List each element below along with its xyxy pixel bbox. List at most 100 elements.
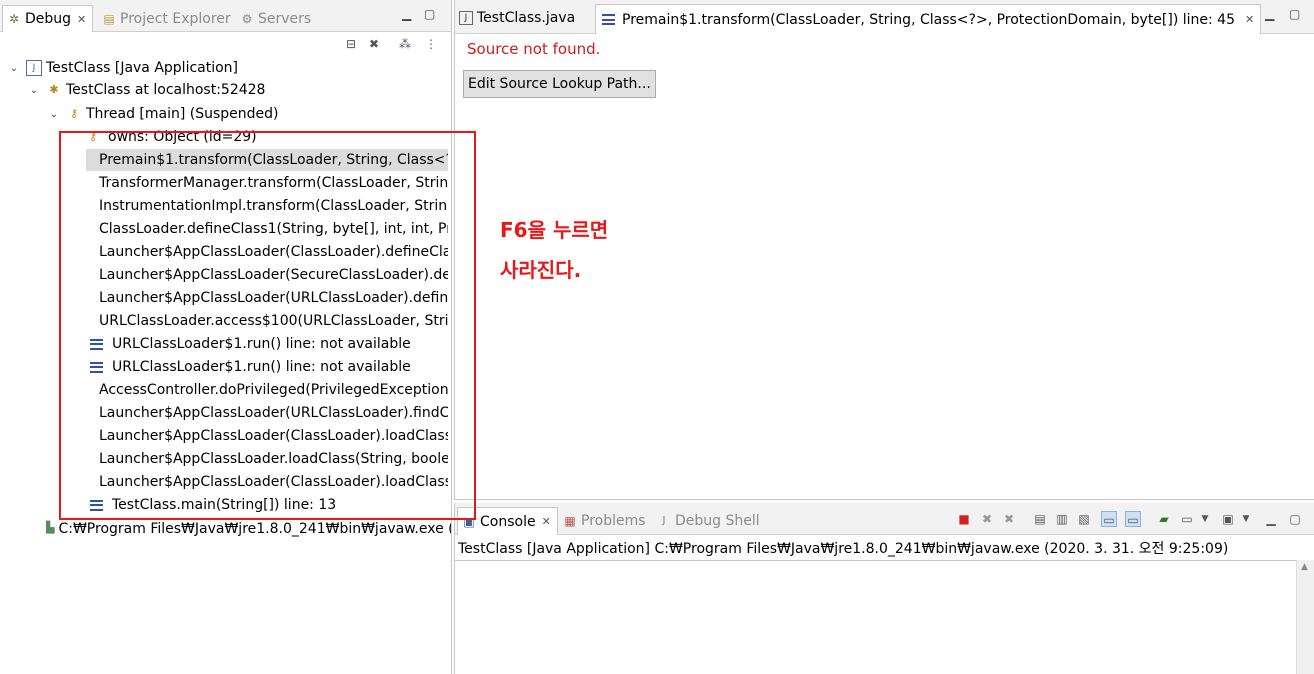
maximize-icon[interactable]: ▢: [424, 7, 435, 21]
suspended-thread-icon: ⚷: [69, 107, 79, 120]
stack-frame-row[interactable]: URLClassLoader.access$100(URLClassLoader…: [86, 310, 448, 332]
chevron-down-icon[interactable]: ⌄: [28, 85, 40, 96]
close-icon[interactable]: ✕: [77, 13, 86, 26]
chevron-down-icon[interactable]: ▼: [1197, 511, 1213, 527]
console-scrollbar[interactable]: ▲: [1296, 560, 1314, 674]
stack-frame-label: Launcher$AppClassLoader(SecureClassLoade…: [99, 267, 448, 283]
minimize-icon[interactable]: ▁: [402, 7, 411, 21]
view-menu-icon[interactable]: ⋮: [423, 36, 439, 52]
tab-testclass-java[interactable]: J TestClass.java: [459, 4, 575, 31]
debug-view-tabbar: ✲ Debug ✕ ▤ Project Explorer ⚙ Servers ▁…: [0, 0, 451, 32]
close-icon[interactable]: ✕: [542, 515, 551, 528]
thread-label: Thread [main] (Suspended): [86, 106, 279, 122]
minimize-icon[interactable]: ▁: [1263, 511, 1279, 527]
stack-frame-row[interactable]: TestClass.main(String[]) line: 13: [86, 494, 448, 516]
display-console-icon[interactable]: ▭: [1179, 511, 1195, 527]
problems-icon: ▦: [564, 513, 576, 528]
stack-frame-row[interactable]: TransformerManager.transform(ClassLoader…: [86, 172, 448, 194]
console-process-title: TestClass [Java Application] C:₩Program …: [458, 541, 1229, 557]
show-on-stderr-icon[interactable]: ▭: [1125, 511, 1141, 527]
remove-all-terminated-icon[interactable]: ✖: [1001, 511, 1017, 527]
stack-frame-row[interactable]: Launcher$AppClassLoader(SecureClassLoade…: [86, 264, 448, 286]
stack-frame-row[interactable]: Launcher$AppClassLoader.loadClass(String…: [86, 448, 448, 470]
pin-console-icon[interactable]: ▰: [1156, 511, 1172, 527]
monitor-icon: ⚷: [88, 130, 98, 143]
tab-problems[interactable]: ▦ Problems: [563, 507, 645, 534]
open-console-icon[interactable]: ▣: [1220, 511, 1236, 527]
stack-frame-icon: [602, 14, 615, 25]
stack-frame-row[interactable]: Launcher$AppClassLoader(URLClassLoader).…: [86, 402, 448, 424]
stack-frame-label: AccessController.doPrivileged(Privileged…: [99, 382, 448, 398]
stack-frame-label: Launcher$AppClassLoader(URLClassLoader).…: [99, 405, 448, 421]
scroll-lock-icon[interactable]: ▥: [1054, 511, 1070, 527]
stack-frame-row[interactable]: Launcher$AppClassLoader(ClassLoader).def…: [86, 241, 448, 263]
debug-target-icon: ✱: [49, 83, 59, 96]
scroll-up-icon[interactable]: ▲: [1301, 562, 1308, 572]
stack-frame-label: Launcher$AppClassLoader(ClassLoader).def…: [99, 244, 448, 260]
tab-project-explorer[interactable]: ▤ Project Explorer: [102, 5, 231, 32]
tab-servers[interactable]: ⚙ Servers: [240, 5, 312, 32]
console-view: ▣ Console ✕ ▦ Problems J Debug Shell ■ ✖…: [454, 503, 1314, 674]
vm-label: TestClass at localhost:52428: [66, 82, 266, 98]
stack-frame-row[interactable]: Launcher$AppClassLoader(ClassLoader).loa…: [86, 425, 448, 447]
tab-servers-label: Servers: [258, 10, 312, 27]
stack-frame-row[interactable]: InstrumentationImpl.transform(ClassLoade…: [86, 195, 448, 217]
tree-item-launch[interactable]: ⌄ J TestClass [Java Application]: [8, 57, 238, 79]
chevron-down-icon[interactable]: ⌄: [8, 63, 20, 74]
stack-frame-row[interactable]: URLClassLoader$1.run() line: not availab…: [86, 333, 448, 355]
tab-debug-shell-label: Debug Shell: [675, 512, 760, 529]
debug-view: ✲ Debug ✕ ▤ Project Explorer ⚙ Servers ▁…: [0, 0, 452, 674]
console-icon: ▣: [463, 514, 475, 529]
java-file-icon: J: [459, 10, 473, 25]
process-icon: ▙: [46, 521, 55, 534]
maximize-icon[interactable]: ▢: [1287, 511, 1303, 527]
debug-toolbar: ⊟ ✖ ⁂ ⋮: [0, 32, 451, 57]
tree-item-thread[interactable]: ⌄ ⚷ Thread [main] (Suspended): [48, 103, 279, 125]
threads-icon[interactable]: ⁂: [397, 36, 413, 52]
launch-label: TestClass [Java Application]: [46, 60, 239, 76]
collapse-all-icon[interactable]: ⊟: [343, 36, 359, 52]
stack-frame-label: ClassLoader.defineClass1(String, byte[],…: [99, 221, 448, 237]
chevron-down-icon[interactable]: ▼: [1238, 511, 1254, 527]
tab-debug[interactable]: ✲ Debug ✕: [2, 5, 94, 32]
annotation-text: F6을 누르면 사라진다.: [500, 210, 608, 290]
tree-item-vm[interactable]: ⌄ ✱ TestClass at localhost:52428: [28, 79, 266, 101]
maximize-icon[interactable]: ▢: [1289, 7, 1300, 21]
remove-launch-icon[interactable]: ✖: [979, 511, 995, 527]
console-tabbar: ▣ Console ✕ ▦ Problems J Debug Shell ■ ✖…: [455, 503, 1314, 535]
tab-premain-transform[interactable]: Premain$1.transform(ClassLoader, String,…: [595, 4, 1262, 34]
stack-frame-row[interactable]: Launcher$AppClassLoader(URLClassLoader).…: [86, 287, 448, 309]
stack-frame-row[interactable]: Premain$1.transform(ClassLoader, String,…: [86, 149, 448, 171]
chevron-down-icon[interactable]: ⌄: [48, 109, 60, 120]
annotation-line-1: F6을 누르면: [500, 218, 609, 242]
source-not-found-message: Source not found.: [467, 40, 601, 58]
edit-source-lookup-button[interactable]: Edit Source Lookup Path...: [463, 70, 656, 98]
show-on-stdout-icon[interactable]: ▭: [1101, 511, 1117, 527]
stack-frame-label: URLClassLoader$1.run() line: not availab…: [112, 359, 411, 375]
stack-frame-label: Premain$1.transform(ClassLoader, String,…: [99, 152, 448, 168]
tab-debug-shell[interactable]: J Debug Shell: [657, 507, 760, 534]
minimize-icon[interactable]: ▁: [1265, 7, 1274, 21]
stack-frame-label: Launcher$AppClassLoader(ClassLoader).loa…: [99, 474, 448, 490]
stack-frame-label: Launcher$AppClassLoader.loadClass(String…: [99, 451, 448, 467]
stack-frame-row[interactable]: Launcher$AppClassLoader(ClassLoader).loa…: [86, 471, 448, 493]
stack-frame-label: Launcher$AppClassLoader(URLClassLoader).…: [99, 290, 448, 306]
close-icon[interactable]: ✕: [1245, 13, 1254, 26]
tab-project-explorer-label: Project Explorer: [120, 10, 231, 27]
remove-terminated-icon[interactable]: ✖: [366, 36, 382, 52]
clear-console-icon[interactable]: ▤: [1032, 511, 1048, 527]
stack-frame-label: InstrumentationImpl.transform(ClassLoade…: [99, 198, 448, 214]
stack-frame-row[interactable]: AccessController.doPrivileged(Privileged…: [86, 379, 448, 401]
word-wrap-icon[interactable]: ▧: [1076, 511, 1092, 527]
stack-frame-label: Launcher$AppClassLoader(ClassLoader).loa…: [99, 428, 448, 444]
console-output[interactable]: [455, 560, 1296, 674]
tree-item-process[interactable]: ▙ C:₩Program Files₩Java₩jre1.8.0_241₩bin…: [46, 517, 451, 539]
stack-frame-row[interactable]: ClassLoader.defineClass1(String, byte[],…: [86, 218, 448, 240]
annotation-line-2: 사라진다.: [500, 258, 582, 282]
tab-console[interactable]: ▣ Console ✕: [457, 507, 558, 535]
terminate-icon[interactable]: ■: [956, 511, 972, 527]
tab-testclass-java-label: TestClass.java: [477, 9, 576, 26]
stack-frame-row[interactable]: URLClassLoader$1.run() line: not availab…: [86, 356, 448, 378]
owns-label: owns: Object (id=29): [108, 129, 257, 145]
tree-item-owns[interactable]: ⚷ owns: Object (id=29): [86, 126, 451, 148]
